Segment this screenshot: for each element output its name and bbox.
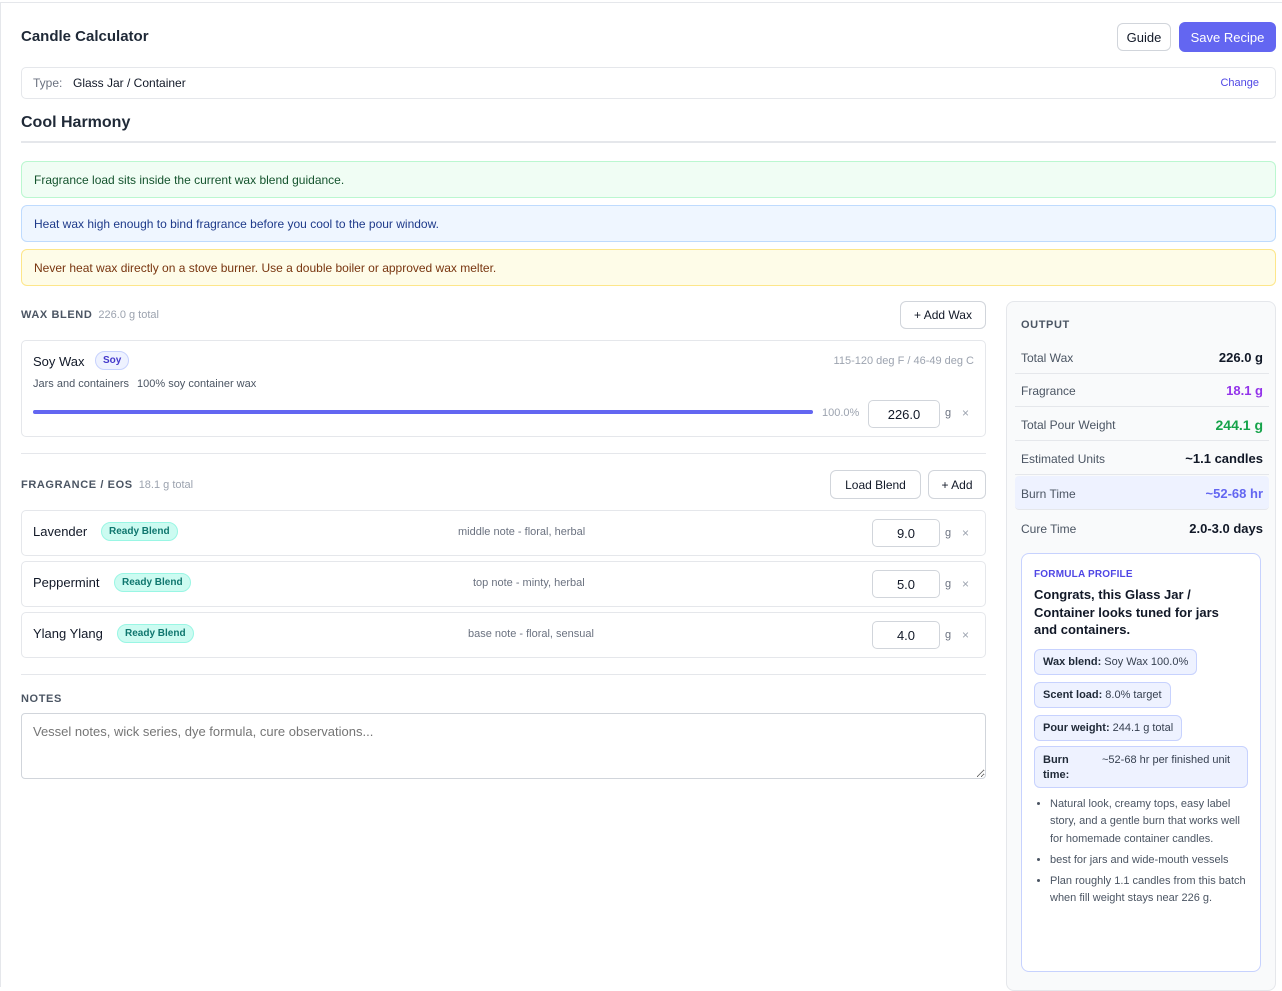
ready-blend-badge: Ready Blend bbox=[117, 624, 194, 643]
fragrance-note: base note - floral, sensual bbox=[468, 628, 594, 640]
wax-unit: g bbox=[945, 407, 952, 419]
chip-value: Soy Wax 100.0% bbox=[1104, 656, 1189, 668]
section-divider bbox=[21, 453, 986, 454]
wax-percent-label: 100.0% bbox=[822, 407, 860, 419]
chip-key: Pour weight: bbox=[1043, 722, 1110, 734]
wax-detail: 100% soy container wax bbox=[137, 378, 257, 390]
output-value: 2.0-3.0 days bbox=[1189, 521, 1263, 536]
output-label: Cure Time bbox=[1021, 522, 1077, 536]
output-value: ~52-68 hr bbox=[1205, 486, 1263, 501]
wax-blend-title: WAX BLEND bbox=[21, 309, 93, 321]
remove-wax-button[interactable]: × bbox=[962, 406, 969, 420]
save-recipe-button[interactable]: Save Recipe bbox=[1179, 22, 1276, 52]
profile-bullet: Natural look, creamy tops, easy label st… bbox=[1050, 796, 1250, 848]
wax-type-badge: Soy bbox=[95, 351, 130, 370]
info-alert: Heat wax high enough to bind fragrance b… bbox=[21, 205, 1276, 242]
wax-blend-heading: WAX BLEND 226.0 g total bbox=[21, 309, 159, 321]
output-row-total-wax: Total Wax 226.0 g bbox=[1015, 340, 1269, 374]
output-value: 226.0 g bbox=[1218, 350, 1263, 365]
output-value: 244.1 g bbox=[1215, 417, 1263, 433]
fragrance-name: Ylang Ylang bbox=[33, 626, 103, 641]
profile-tag: FORMULA PROFILE bbox=[1034, 569, 1133, 580]
type-bar: Type: Glass Jar / Container Change bbox=[21, 67, 1276, 99]
add-wax-button[interactable]: + Add Wax bbox=[900, 301, 986, 329]
add-fragrance-button[interactable]: + Add bbox=[928, 470, 986, 499]
profile-chip-pour-weight: Pour weight: 244.1 g total bbox=[1034, 715, 1183, 741]
profile-chip-burn-time: Burn time: ~52-68 hr per finished unit bbox=[1034, 746, 1248, 788]
formula-profile-card: FORMULA PROFILE Congrats, this Glass Jar… bbox=[1021, 553, 1261, 972]
fragrance-title: FRAGRANCE / EOS bbox=[21, 479, 133, 491]
output-row-estimated-units: Estimated Units ~1.1 candles bbox=[1015, 441, 1269, 475]
section-divider bbox=[21, 674, 986, 675]
header: Candle Calculator Guide Save Recipe bbox=[21, 22, 1276, 54]
fragrance-unit: g bbox=[945, 578, 952, 590]
chip-key: Wax blend: bbox=[1043, 656, 1102, 668]
app-title: Candle Calculator bbox=[21, 28, 149, 45]
chip-key: Burn time: bbox=[1043, 754, 1070, 781]
fragrance-grams-input[interactable] bbox=[872, 519, 940, 547]
output-value: 18.1 g bbox=[1226, 383, 1263, 398]
profile-chip-wax-blend: Wax blend: Soy Wax 100.0% bbox=[1034, 649, 1198, 675]
fragrance-row: Peppermint Ready Blend top note - minty,… bbox=[21, 561, 986, 607]
remove-fragrance-button[interactable]: × bbox=[962, 577, 969, 591]
fragrance-name: Peppermint bbox=[33, 575, 100, 590]
output-label: Total Pour Weight bbox=[1021, 418, 1116, 432]
notes-heading: NOTES bbox=[21, 693, 62, 705]
profile-bullet: best for jars and wide-mouth vessels bbox=[1050, 852, 1250, 869]
wax-item-card: Soy Wax Soy 115-120 deg F / 46-49 deg C … bbox=[21, 340, 986, 437]
type-value: Glass Jar / Container bbox=[73, 76, 186, 90]
output-label: Estimated Units bbox=[1021, 452, 1106, 466]
load-blend-button[interactable]: Load Blend bbox=[830, 470, 921, 499]
chip-key: Scent load: bbox=[1043, 689, 1103, 701]
profile-bullet: Plan roughly 1.1 candles from this batch… bbox=[1050, 873, 1250, 908]
output-panel: OUTPUT Total Wax 226.0 g Fragrance 18.1 … bbox=[1006, 301, 1276, 991]
fragrance-row: Lavender Ready Blend middle note - flora… bbox=[21, 510, 986, 556]
recipe-name: Cool Harmony bbox=[21, 114, 131, 131]
fragrance-unit: g bbox=[945, 527, 952, 539]
ready-blend-badge: Ready Blend bbox=[114, 573, 191, 592]
fragrance-name: Lavender bbox=[33, 524, 88, 539]
wax-percent-fill bbox=[33, 410, 813, 414]
chip-value: 8.0% target bbox=[1105, 689, 1162, 701]
wax-use: Jars and containers bbox=[33, 378, 129, 390]
wax-name: Soy Wax bbox=[33, 354, 85, 369]
profile-title: Congrats, this Glass Jar / Container loo… bbox=[1034, 587, 1219, 637]
output-row-burn-time: Burn Time ~52-68 hr bbox=[1015, 476, 1269, 510]
fragrance-heading: FRAGRANCE / EOS 18.1 g total bbox=[21, 479, 193, 491]
output-label: Burn Time bbox=[1021, 487, 1076, 501]
guide-button[interactable]: Guide bbox=[1117, 23, 1171, 51]
chip-value: 244.1 g total bbox=[1112, 722, 1174, 734]
wax-temperature: 115-120 deg F / 46-49 deg C bbox=[833, 355, 974, 367]
output-value: ~1.1 candles bbox=[1185, 451, 1263, 466]
wax-percent-bar bbox=[33, 410, 813, 414]
fragrance-unit: g bbox=[945, 629, 952, 641]
remove-fragrance-button[interactable]: × bbox=[962, 526, 969, 540]
output-heading: OUTPUT bbox=[1021, 319, 1070, 331]
output-label: Total Wax bbox=[1021, 351, 1074, 365]
output-row-pour-weight: Total Pour Weight 244.1 g bbox=[1015, 407, 1269, 441]
output-label: Fragrance bbox=[1021, 384, 1076, 398]
fragrance-grams-input[interactable] bbox=[872, 621, 940, 649]
fragrance-total: 18.1 g total bbox=[138, 479, 194, 491]
remove-fragrance-button[interactable]: × bbox=[962, 628, 969, 642]
profile-bullets: Natural look, creamy tops, easy label st… bbox=[1050, 796, 1250, 912]
chip-value: ~52-68 hr per finished unit bbox=[1102, 754, 1231, 766]
fragrance-row: Ylang Ylang Ready Blend base note - flor… bbox=[21, 612, 986, 658]
fragrance-grams-input[interactable] bbox=[872, 570, 940, 598]
success-alert: Fragrance load sits inside the current w… bbox=[21, 161, 1276, 198]
output-row-cure-time: Cure Time 2.0-3.0 days bbox=[1015, 511, 1269, 545]
fragrance-note: top note - minty, herbal bbox=[473, 577, 585, 589]
type-label: Type: bbox=[33, 76, 63, 90]
warning-alert: Never heat wax directly on a stove burne… bbox=[21, 249, 1276, 286]
change-type-link[interactable]: Change bbox=[1220, 77, 1259, 89]
output-row-fragrance: Fragrance 18.1 g bbox=[1015, 373, 1269, 407]
ready-blend-badge: Ready Blend bbox=[101, 522, 178, 541]
wax-description: Jars and containers 100% soy container wa… bbox=[33, 378, 264, 390]
profile-chip-scent-load: Scent load: 8.0% target bbox=[1034, 682, 1171, 708]
title-divider bbox=[21, 141, 1276, 143]
wax-blend-total: 226.0 g total bbox=[98, 309, 159, 321]
fragrance-note: middle note - floral, herbal bbox=[458, 526, 586, 538]
notes-textarea[interactable] bbox=[21, 713, 986, 779]
wax-grams-input[interactable] bbox=[868, 400, 940, 428]
